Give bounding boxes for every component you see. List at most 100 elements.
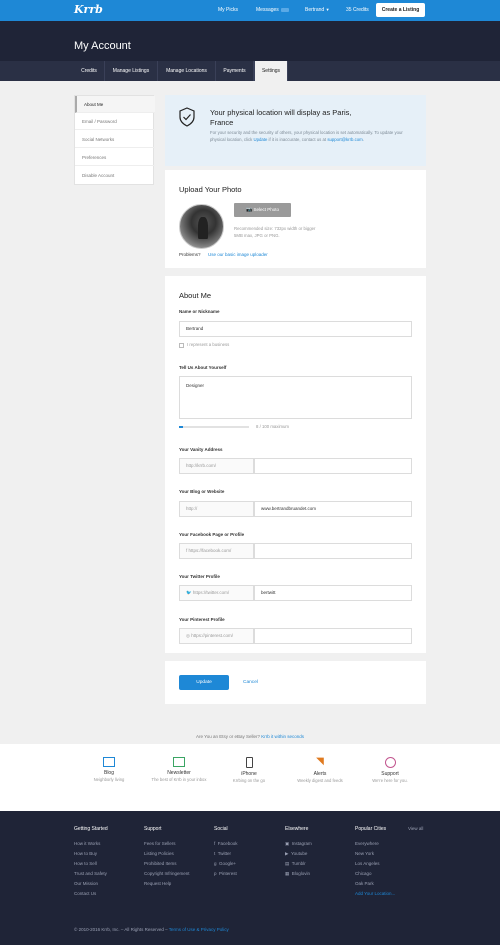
feature-blog-title: Blog [103,770,114,776]
footer-link[interactable]: Trust and Safety [74,869,107,879]
footer-link[interactable]: Contact Us [74,889,107,899]
tell-us-label: Tell Us About Yourself [179,365,227,370]
sidebar-item-preferences[interactable]: Preferences [75,149,155,166]
feature-iphone[interactable]: iPhone Krrbing on the go [219,757,279,784]
problems-label: Problems? [179,252,201,257]
feature-blog-sub: Neighborly living [93,777,125,782]
vanity-input[interactable] [254,458,412,474]
char-counter-bar [179,426,249,428]
instagram-icon: ▣ [285,841,290,846]
about-textarea[interactable]: Designer [179,376,412,419]
footer-city-link[interactable]: Los Angeles [355,859,395,869]
seller-promo: Are You an Etsy or eBay Seller? Krrb it … [0,734,500,739]
feature-newsletter[interactable]: Newsletter The best of Krrb in your inbo… [149,757,209,783]
feature-iphone-sub: Krrbing on the go [232,778,266,783]
update-location-link[interactable]: Update [253,137,267,142]
copyright: © 2010-2016 Krrb, Inc. – All Rights Rese… [74,927,229,932]
krrb-it-link[interactable]: Krrb it within seconds [261,734,304,739]
footer-twitter-label: Twitter [217,851,232,856]
footer-link[interactable]: Listing Policies [144,849,190,859]
footer-cities-title: Popular Cities [355,826,387,832]
footer-link[interactable]: Request Help [144,879,190,889]
photo-hint: Recommended size: 732px width or bigger 5… [234,226,344,239]
feature-support-title: Support [381,771,399,777]
footer-city-link[interactable]: Everywhere [355,839,395,849]
seller-promo-text: Are You an Etsy or eBay Seller? [195,734,260,739]
messages-count-badge [280,7,289,12]
footer-city-link[interactable]: Oak Park [355,879,395,889]
tab-manage-locations[interactable]: Manage Locations [158,61,216,81]
view-all-cities-link[interactable]: View all [408,826,423,831]
footer-google-link[interactable]: g Google+ [214,859,238,869]
sidebar-item-disable-account[interactable]: Disable Account [75,167,155,184]
name-input[interactable]: Bertrand [179,321,412,337]
facebook-prefix-text: https://facebook.com/ [188,548,232,553]
pinterest-input[interactable] [254,628,412,644]
tab-credits[interactable]: Credits [74,61,105,81]
basic-uploader-link[interactable]: Use our basic image uploader [208,252,268,257]
facebook-input[interactable] [254,543,412,559]
footer-city-link[interactable]: Chicago [355,869,395,879]
footer-facebook-link[interactable]: f Facebook [214,839,238,849]
footer-bloglovin-link[interactable]: ▦ Bloglovin [285,869,312,879]
page-title: My Account [74,40,131,52]
rss-icon: ◥ [316,756,324,767]
feature-blog[interactable]: Blog Neighborly living [79,757,139,783]
location-text-part2: if it is inaccurate, contact us at [268,136,327,142]
footer-link[interactable]: How to Sell [74,859,107,869]
footer-twitter-link[interactable]: t Twitter [214,849,238,859]
upload-photo-heading: Upload Your Photo [179,185,242,194]
business-label: I represent a business [187,342,230,347]
support-email-link[interactable]: support@krrb.com [327,137,362,142]
tumblr-icon: ▤ [285,861,290,866]
footer-link[interactable]: How to Buy [74,849,107,859]
my-picks-link[interactable]: My Picks [218,7,238,13]
envelope-icon [173,757,185,767]
my-picks-label: My Picks [218,7,238,13]
business-checkbox[interactable] [179,343,184,348]
krrb-logo[interactable]: Krrb [74,3,103,16]
select-photo-button[interactable]: 📷 Select Photo [234,203,291,217]
pinterest-label: Your Pinterest Profile [179,617,225,622]
terms-link[interactable]: Terms of Use & Privacy Policy [169,927,229,932]
tab-manage-listings[interactable]: Manage Listings [105,61,158,81]
feature-support[interactable]: Support We're here for you. [360,757,420,784]
user-menu[interactable]: Bertrand ▼ [305,7,330,13]
footer-cities-list: Everywhere New York Los Angeles Chicago … [355,839,395,899]
feature-alerts-sub: Weekly digest and feeds [297,778,343,783]
avatar [179,204,224,249]
footer-tumblr-link[interactable]: ▤ Tumblr [285,859,312,869]
feature-newsletter-sub: The best of Krrb in your inbox [151,777,207,782]
footer-city-link[interactable]: New York [355,849,395,859]
facebook-icon: f [214,841,216,846]
add-location-link[interactable]: Add Your Location... [355,889,395,899]
twitter-input[interactable]: bertwitt [254,585,412,601]
footer-link[interactable]: Prohibited Items [144,859,190,869]
chevron-down-icon: ▼ [325,7,330,12]
update-button[interactable]: Update [179,675,229,690]
tab-settings[interactable]: Settings [254,61,288,81]
cancel-link[interactable]: Cancel [243,680,258,685]
messages-link[interactable]: Messages [256,7,289,13]
twitter-icon: 🐦 [186,590,192,595]
footer-link[interactable]: Fees for Sellers [144,839,190,849]
shield-check-icon [179,107,195,127]
tab-payments[interactable]: Payments [216,61,254,81]
facebook-icon: f [186,548,188,553]
footer-link[interactable]: Copyright Infringement [144,869,190,879]
camera-icon: 📷 [245,207,253,213]
footer-youtube-link[interactable]: ▶ Youtube [285,849,312,859]
footer-instagram-link[interactable]: ▣ Instagram [285,839,312,849]
sidebar-item-email-password[interactable]: Email / Password [75,113,155,130]
sidebar-item-social-networks[interactable]: Social Networks [75,131,155,148]
footer-pinterest-label: Pinterest [219,871,237,876]
sidebar-item-about-me[interactable]: About Me [75,96,155,113]
credits-link[interactable]: 35 Credits [346,7,369,13]
create-listing-button[interactable]: Create a Listing [376,3,425,17]
blog-input[interactable]: www.bertrandbruandet.com [254,501,412,517]
feature-alerts[interactable]: ◥ Alerts Weekly digest and feeds [290,757,350,784]
footer-link[interactable]: Our Mission [74,879,107,889]
footer-link[interactable]: How it Works [74,839,107,849]
footer-pinterest-link[interactable]: p Pinterest [214,869,238,879]
footer-getting-started-list: How it Works How to Buy How to Sell Trus… [74,839,107,899]
